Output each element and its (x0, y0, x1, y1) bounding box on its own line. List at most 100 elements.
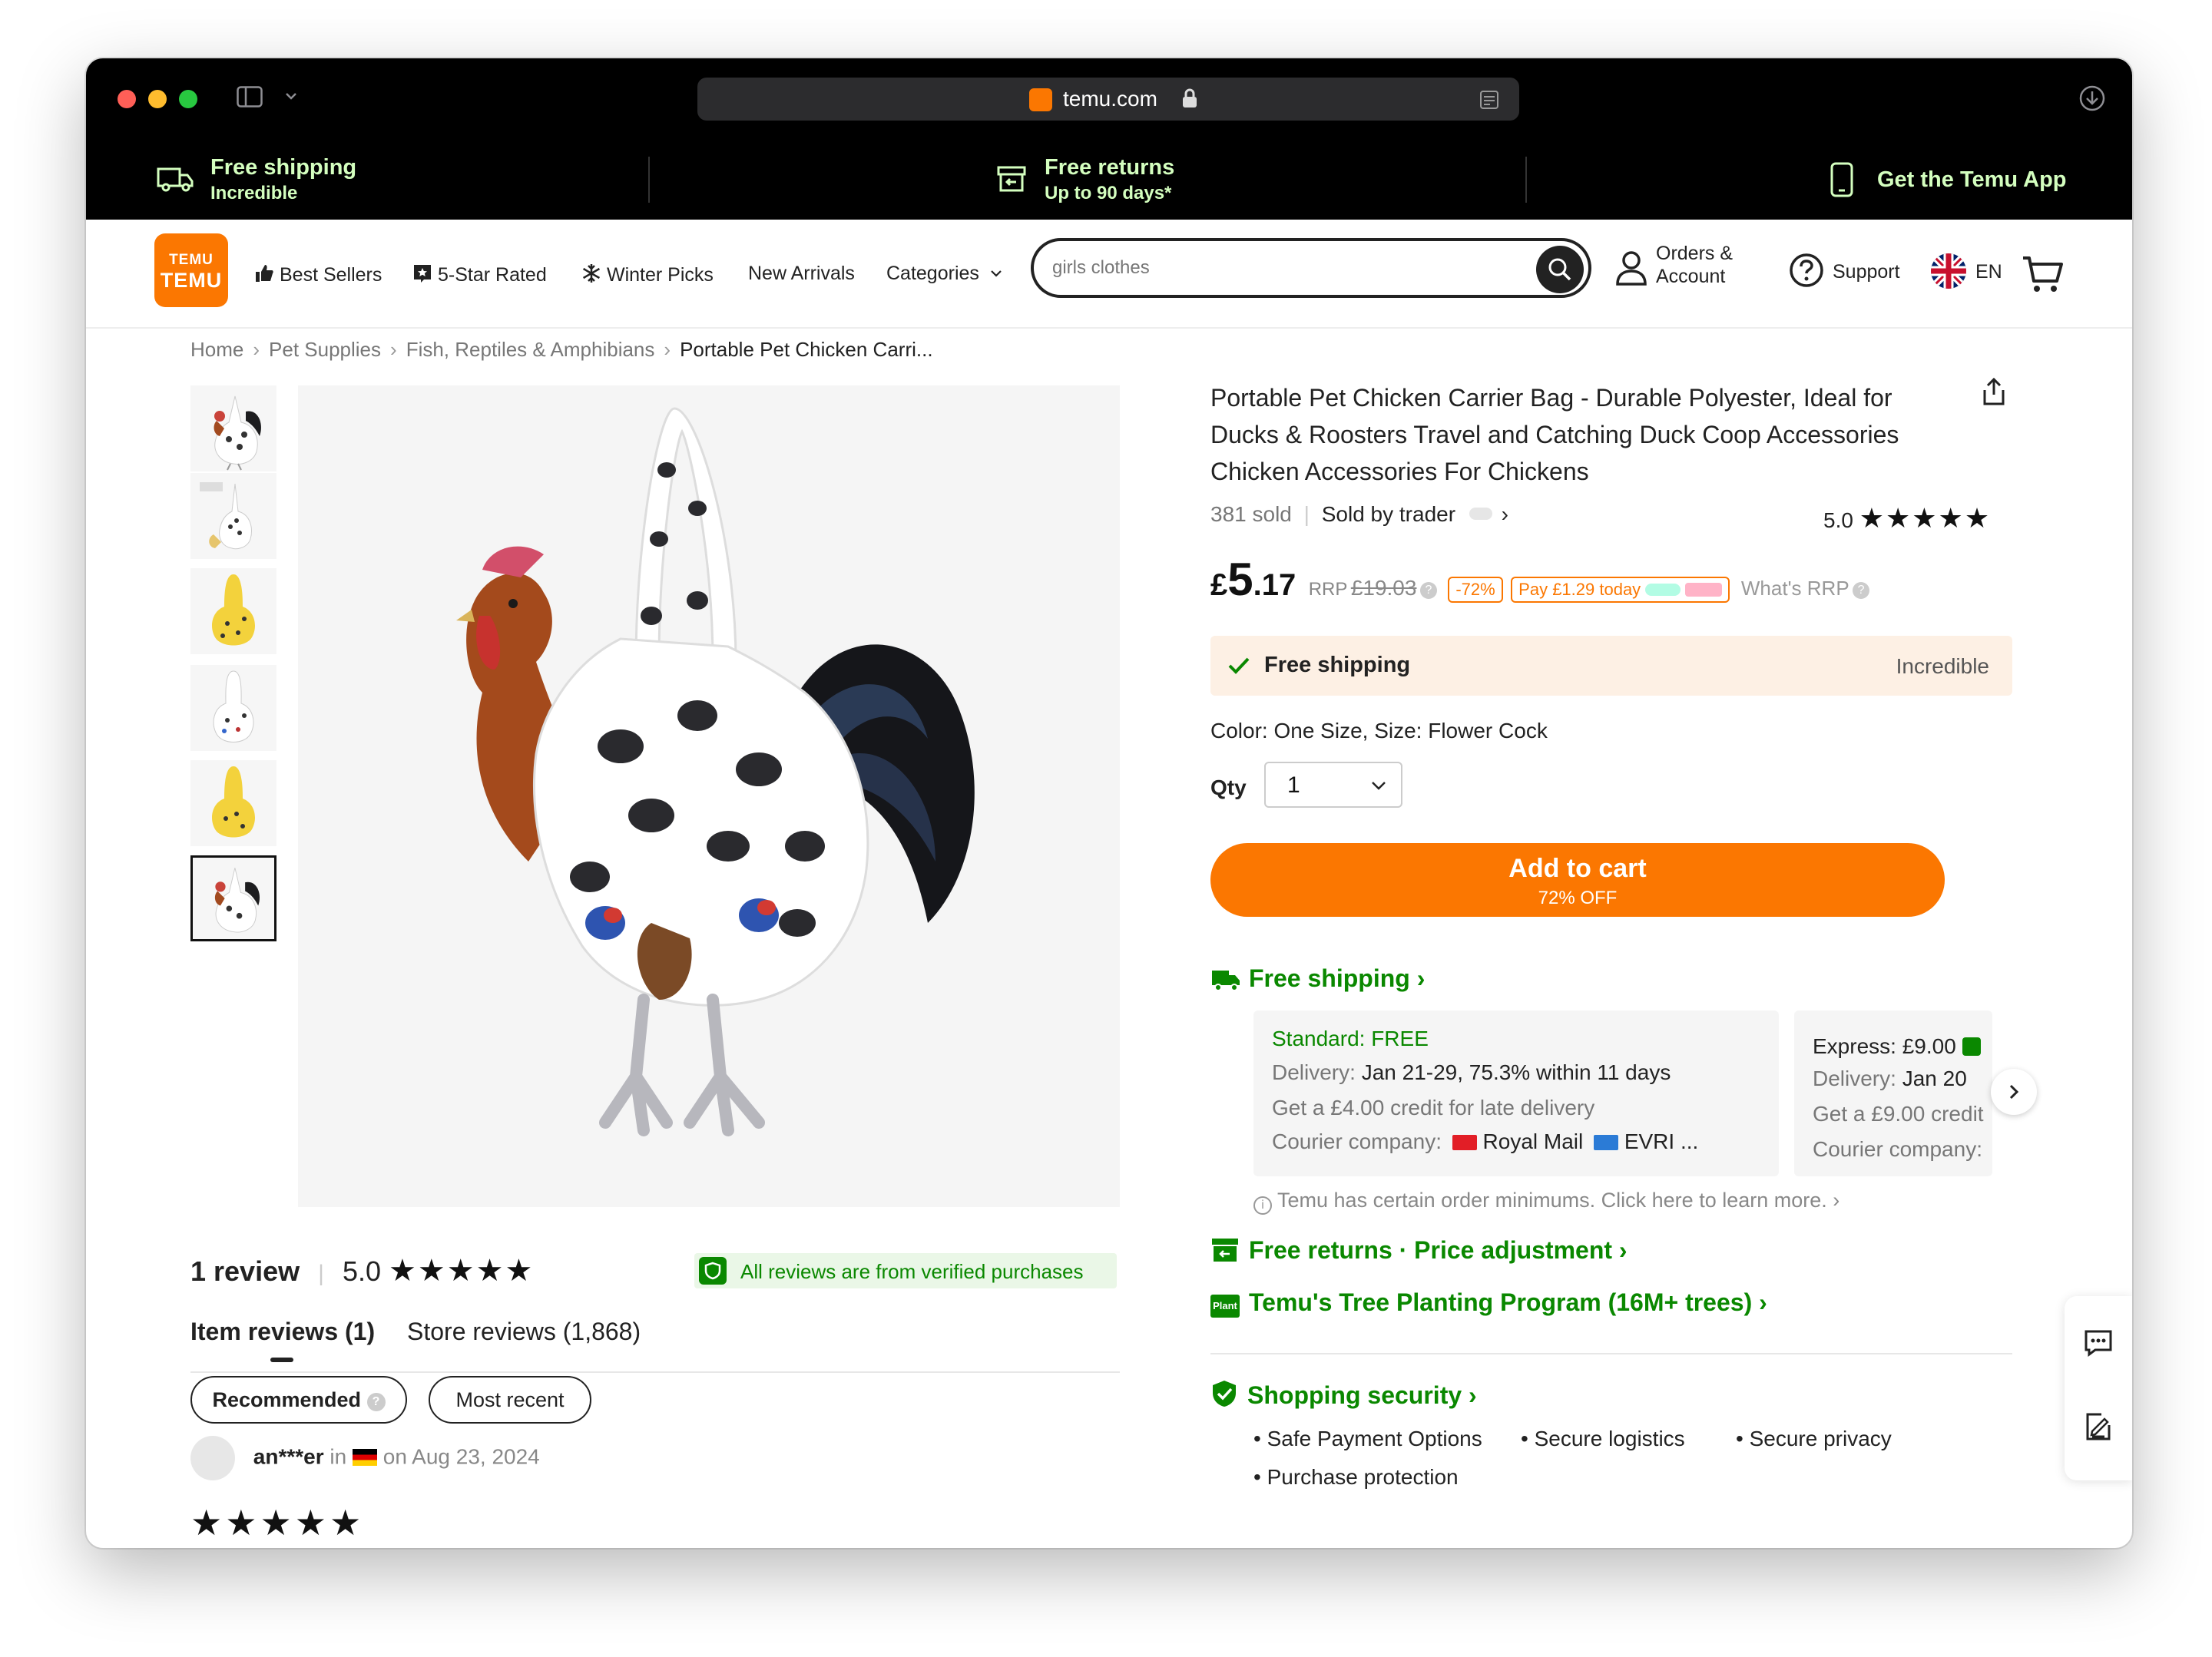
order-minimums-link[interactable]: i Temu has certain order minimums. Click… (1253, 1189, 1839, 1215)
courier-royal-mail: Royal Mail (1482, 1129, 1584, 1153)
star-badge-icon (414, 265, 431, 283)
browser-titlebar: temu.com (86, 58, 2132, 140)
nav-best-sellers[interactable]: Best Sellers (253, 263, 382, 286)
price-decimal: .17 (1253, 568, 1296, 602)
security-item-label: Safe Payment Options (1267, 1427, 1482, 1450)
chevron-down-icon[interactable] (284, 91, 298, 101)
qty-label: Qty (1210, 776, 1247, 799)
close-window-button[interactable] (118, 90, 136, 108)
uk-flag-icon (1931, 253, 1966, 289)
filter-most-recent-label: Most recent (455, 1388, 565, 1411)
browser-window: temu.com Free shipping Incredible Free r… (86, 58, 2132, 1548)
nav-winter-picks-label: Winter Picks (607, 264, 714, 286)
minimize-window-button[interactable] (148, 90, 167, 108)
shipping-next-button[interactable] (1991, 1069, 2037, 1115)
free-returns-link[interactable]: Free returns · Price adjustment › (1210, 1236, 1628, 1265)
breadcrumb-home[interactable]: Home (190, 338, 243, 361)
reader-mode-icon[interactable] (1479, 90, 1499, 110)
standard-shipping-card[interactable]: Standard: FREE Delivery: Jan 21-29, 75.3… (1253, 1010, 1779, 1176)
search-box[interactable] (1031, 238, 1591, 298)
product-main-image[interactable] (298, 385, 1120, 1207)
germany-flag-icon (352, 1449, 377, 1467)
whats-rrp-info-icon[interactable]: ? (1853, 582, 1870, 599)
return-box-icon (1212, 1239, 1238, 1262)
edit-note-icon[interactable] (2083, 1411, 2114, 1442)
chat-icon[interactable] (2083, 1328, 2114, 1358)
filter-recommended[interactable]: Recommended ? (190, 1376, 407, 1424)
address-bar[interactable]: temu.com (697, 78, 1519, 121)
thumbnail-image (190, 385, 276, 471)
chevron-down-icon (991, 270, 1002, 277)
search-button[interactable] (1536, 246, 1584, 293)
promo-shipping-sub: Incredible (210, 183, 298, 203)
tree-planting-link[interactable]: Plant Temu's Tree Planting Program (16M+ … (1210, 1288, 1767, 1318)
cart-icon[interactable] (2022, 255, 2065, 293)
share-icon[interactable] (1980, 376, 2008, 407)
main-nav: TEMU TEMU Best Sellers 5-Star Rated Wint… (86, 220, 2132, 329)
standard-delivery-label: Delivery: (1272, 1060, 1356, 1084)
info-icon: i (1253, 1196, 1272, 1215)
truck-icon (157, 167, 194, 192)
sidebar-toggle-icon[interactable] (237, 86, 263, 107)
discount-badge: -72% (1448, 577, 1503, 603)
promo-shipping-title: Free shipping (210, 155, 357, 180)
rrp-label: RRP (1308, 579, 1348, 600)
standard-credit: Get a £4.00 credit for late delivery (1272, 1096, 1595, 1120)
express-shipping-card[interactable]: Express: £9.00 Delivery: Jan 20 Get a £9… (1794, 1010, 1992, 1176)
orders-account-button[interactable]: Orders & Account (1614, 238, 1745, 307)
nav-new-arrivals[interactable]: New Arrivals (748, 263, 855, 285)
filter-most-recent[interactable]: Most recent (429, 1376, 591, 1424)
chevron-down-icon (1372, 782, 1386, 790)
breadcrumb-pet-supplies[interactable]: Pet Supplies (269, 338, 381, 361)
orders-line2: Account (1656, 266, 1726, 287)
security-item-label: Secure logistics (1534, 1427, 1685, 1450)
thumbnail-image (190, 665, 276, 751)
tab-store-reviews-label: Store reviews (1,868) (407, 1318, 641, 1345)
breadcrumb-fish-reptiles[interactable]: Fish, Reptiles & Amphibians (406, 338, 655, 361)
nav-categories[interactable]: Categories (886, 263, 1003, 285)
verified-reviews-badge[interactable]: All reviews are from verified purchases (694, 1253, 1117, 1288)
download-icon[interactable] (2078, 84, 2106, 112)
review-item: an***er in on Aug 23, 2024 (190, 1436, 540, 1480)
rooster-carrier-image (298, 385, 1120, 1207)
rrp-info-icon[interactable]: ? (1419, 582, 1437, 599)
shopping-security-link[interactable]: Shopping security › (1210, 1379, 1477, 1410)
product-thumbnail[interactable] (190, 760, 276, 846)
nav-categories-label: Categories (886, 263, 979, 284)
whats-rrp-link[interactable]: What's RRP (1741, 577, 1849, 600)
reviewer-name: an***er (253, 1444, 324, 1469)
product-thumbnail[interactable] (190, 473, 276, 559)
chevron-right-icon (2009, 1084, 2019, 1100)
phone-icon (1830, 162, 1853, 197)
product-thumbnail[interactable] (190, 665, 276, 751)
temu-logo[interactable]: TEMU TEMU (154, 233, 228, 307)
user-icon (1616, 251, 1647, 286)
language-selector[interactable]: EN (1931, 252, 2008, 295)
search-input[interactable] (1051, 256, 1515, 279)
snowflake-icon (582, 264, 601, 283)
support-label: Support (1833, 261, 1900, 283)
verified-reviews-text: All reviews are from verified purchases (740, 1260, 1084, 1283)
sold-by-link[interactable]: Sold by trader (1322, 502, 1455, 526)
zoom-window-button[interactable] (179, 90, 197, 108)
tab-item-reviews[interactable]: Item reviews (1) (190, 1318, 375, 1346)
product-rating[interactable]: 5.0 ★★★★★ (1823, 502, 1991, 534)
review-rating: 5.0 (342, 1255, 381, 1287)
product-thumbnail-selected[interactable] (190, 855, 276, 941)
support-button[interactable]: Support (1788, 252, 1919, 295)
pay-later-badge[interactable]: Pay £1.29 today (1511, 577, 1730, 603)
standard-shipping-title: Standard: FREE (1272, 1027, 1429, 1050)
pay-today-label: Pay £1.29 today (1518, 580, 1641, 599)
breadcrumb: Home › Pet Supplies › Fish, Reptiles & Amphi… (190, 338, 933, 361)
tab-store-reviews[interactable]: Store reviews (1,868) (407, 1318, 641, 1346)
shipping-heading[interactable]: Free shipping › (1210, 964, 1425, 993)
product-thumbnail[interactable] (190, 385, 276, 471)
nav-winter-picks[interactable]: Winter Picks (581, 263, 714, 286)
qty-select[interactable]: 1 (1264, 762, 1402, 808)
promo-divider (1525, 157, 1527, 203)
add-to-cart-button[interactable]: Add to cart 72% OFF (1210, 843, 1945, 917)
nav-five-star[interactable]: 5-Star Rated (412, 263, 547, 286)
product-thumbnail[interactable] (190, 568, 276, 654)
review-summary: 1 review | 5.0 ★★★★★ (190, 1254, 535, 1288)
free-shipping-banner: Free shipping Incredible (1210, 636, 2012, 696)
